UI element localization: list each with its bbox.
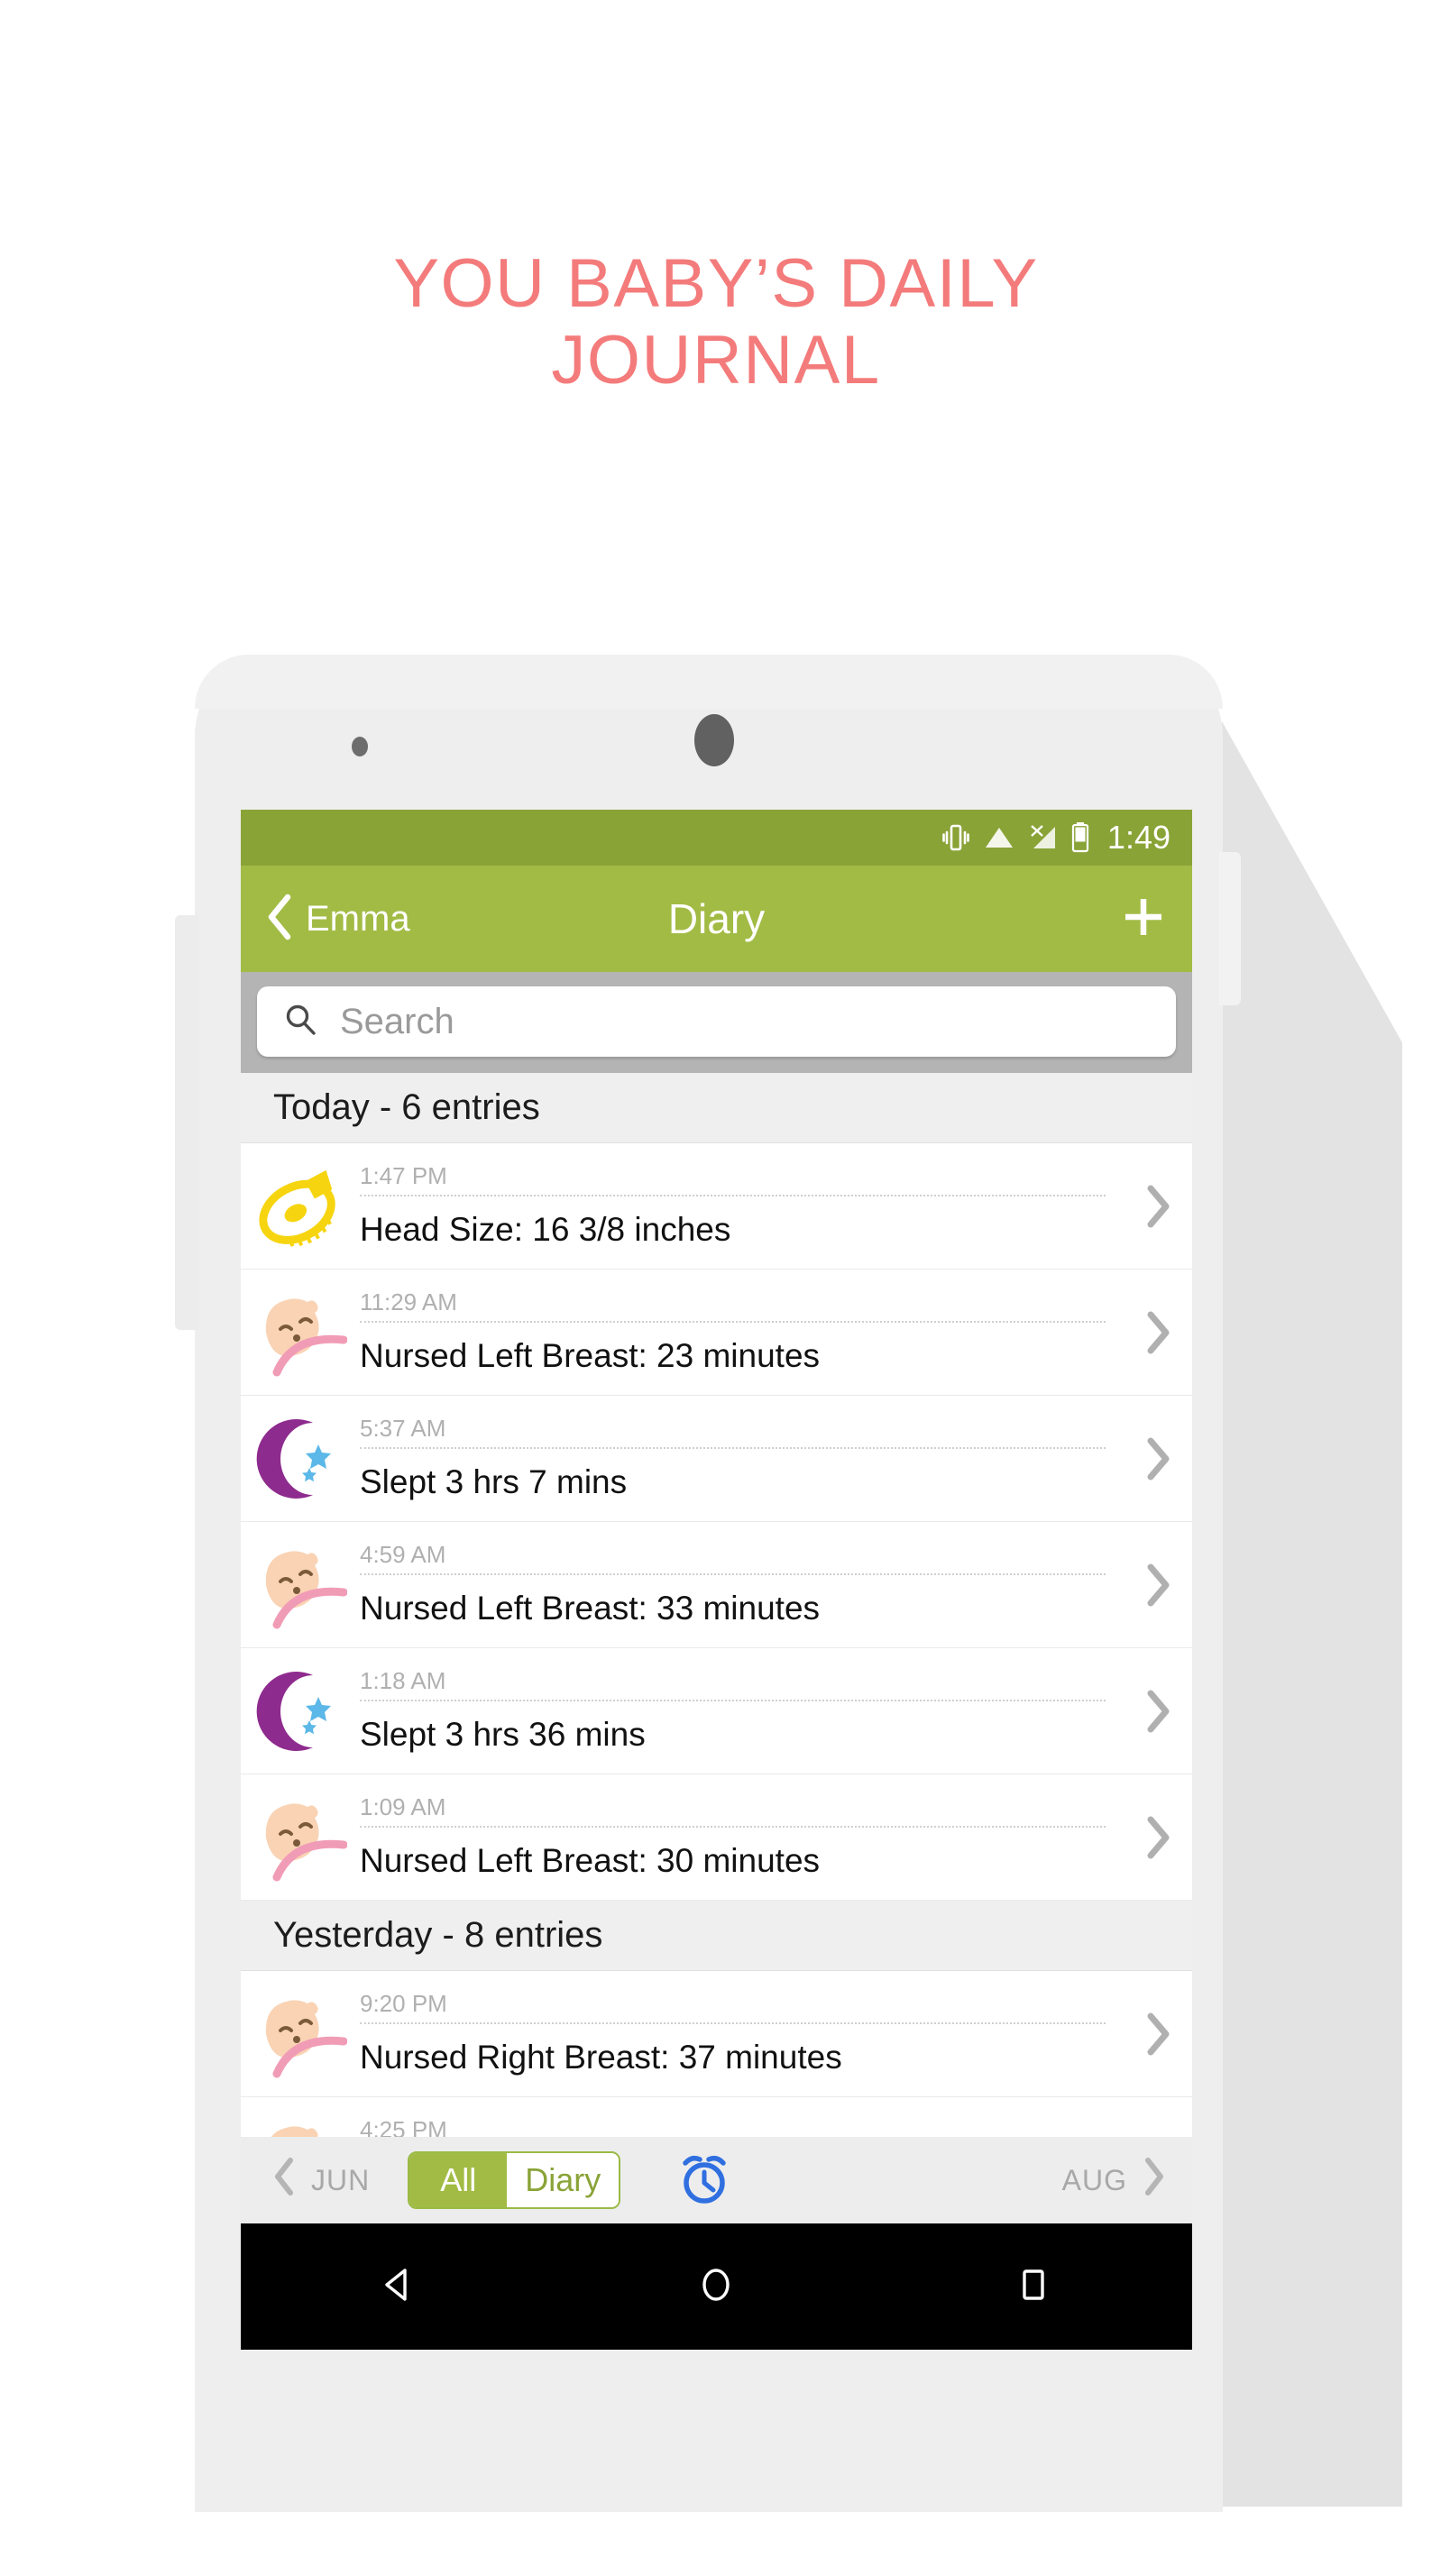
table-row[interactable]: 1:47 PM Head Size: 16 3/8 inches	[241, 1143, 1192, 1270]
table-row[interactable]: 5:37 AM Slept 3 hrs 7 mins	[241, 1396, 1192, 1522]
view-mode-toggle[interactable]: All Diary	[408, 2151, 621, 2209]
entry-time: 11:29 AM	[360, 1288, 457, 1316]
entry-content: 11:29 AM Nursed Left Breast: 23 minutes	[360, 1270, 1124, 1395]
android-navigation-bar	[241, 2223, 1192, 2350]
chevron-right-icon[interactable]	[1124, 1522, 1192, 1647]
entry-content: 5:37 AM Slept 3 hrs 7 mins	[360, 1396, 1124, 1521]
entry-divider	[360, 2021, 1106, 2024]
battery-icon	[1071, 822, 1089, 853]
search-icon	[282, 1002, 318, 1042]
power-button[interactable]	[1219, 852, 1241, 1005]
prev-month-button[interactable]: JUN	[241, 2158, 370, 2203]
entry-time: 5:37 AM	[360, 1414, 446, 1442]
search-bar-container: Search	[241, 972, 1192, 1073]
bottom-toolbar: JUN All Diary AUG	[241, 2137, 1192, 2223]
table-row[interactable]: 11:29 AM Nursed Left Breast: 23 minutes	[241, 1270, 1192, 1396]
table-row[interactable]: 9:20 PM Nursed Right Breast: 37 minutes	[241, 1971, 1192, 2097]
section-header-today: Today - 6 entries	[241, 1073, 1192, 1143]
front-camera-icon	[352, 737, 368, 756]
plus-icon	[1120, 894, 1167, 945]
back-button-label: Emma	[306, 898, 410, 939]
status-bar-clock: 1:49	[1106, 819, 1170, 856]
chevron-right-icon[interactable]	[1124, 1143, 1192, 1269]
entry-content: 4:59 AM Nursed Left Breast: 33 minutes	[360, 1522, 1124, 1647]
next-month-button[interactable]: AUG	[1062, 2158, 1192, 2203]
status-bar: 1:49	[241, 810, 1192, 866]
page-title-line-2: JOURNAL	[551, 322, 881, 399]
baby-face-icon	[241, 1522, 360, 1647]
search-placeholder: Search	[340, 1001, 454, 1041]
chevron-left-icon	[273, 2158, 295, 2203]
entry-text: Slept 3 hrs 36 mins	[360, 1715, 646, 1753]
wifi-icon	[983, 824, 1015, 851]
add-entry-button[interactable]	[1120, 894, 1167, 945]
moon-stars-icon	[241, 1648, 360, 1774]
search-input[interactable]: Search	[257, 986, 1176, 1057]
entry-content: 1:18 AM Slept 3 hrs 36 mins	[360, 1648, 1124, 1774]
vibrate-icon	[941, 822, 970, 853]
page-title: YOU BABY’S DAILY JOURNAL	[0, 245, 1432, 399]
entry-time: 9:20 PM	[360, 1989, 447, 2017]
chevron-right-icon[interactable]	[1124, 1270, 1192, 1395]
nav-recents-square-icon[interactable]	[1011, 2262, 1056, 2312]
nav-back-triangle-icon[interactable]	[377, 2262, 422, 2312]
entry-text: Nursed Left Breast: 33 minutes	[360, 1589, 821, 1627]
next-month-label: AUG	[1061, 2163, 1127, 2196]
entry-time: 1:47 PM	[360, 1161, 447, 1189]
alarm-clock-icon	[675, 2149, 734, 2213]
entry-text: Head Size: 16 3/8 inches	[360, 1210, 731, 1248]
diary-list[interactable]: Today - 6 entries 1:47 PM Head Size: 16 …	[241, 1073, 1192, 2223]
earpiece-sensor-icon	[694, 714, 734, 766]
back-button[interactable]: Emma	[266, 894, 410, 945]
entry-text: Nursed Right Breast: 37 minutes	[360, 2038, 842, 2076]
entry-content: 1:09 AM Nursed Left Breast: 30 minutes	[360, 1774, 1124, 1900]
entry-text: Slept 3 hrs 7 mins	[360, 1462, 628, 1500]
nav-home-circle-icon[interactable]	[693, 2262, 739, 2312]
tab-diary[interactable]: Diary	[507, 2153, 620, 2207]
entry-divider	[360, 1825, 1106, 1828]
entry-text: Nursed Left Breast: 30 minutes	[360, 1841, 821, 1879]
chevron-right-icon	[1143, 2158, 1165, 2203]
table-row[interactable]: 4:59 AM Nursed Left Breast: 33 minutes	[241, 1522, 1192, 1648]
entry-text: Nursed Left Breast: 23 minutes	[360, 1336, 821, 1374]
tab-all[interactable]: All	[409, 2153, 508, 2207]
alarm-button[interactable]	[675, 2149, 734, 2213]
page-root: YOU BABY’S DAILY JOURNAL 1:49 Emma Diary…	[0, 0, 1432, 2576]
section-header-yesterday: Yesterday - 8 entries	[241, 1901, 1192, 1971]
prev-month-label: JUN	[311, 2163, 371, 2196]
entry-time: 1:18 AM	[360, 1666, 446, 1694]
app-bar: Emma Diary	[241, 866, 1192, 972]
chevron-right-icon[interactable]	[1124, 1648, 1192, 1774]
entry-time: 4:59 AM	[360, 1540, 446, 1568]
chevron-left-icon	[266, 894, 293, 945]
entry-content: 1:47 PM Head Size: 16 3/8 inches	[360, 1143, 1124, 1269]
entry-divider	[360, 1699, 1106, 1701]
moon-stars-icon	[241, 1396, 360, 1521]
entry-time: 1:09 AM	[360, 1792, 446, 1820]
chevron-right-icon[interactable]	[1124, 1396, 1192, 1521]
entry-divider	[360, 1320, 1106, 1323]
baby-face-icon	[241, 1774, 360, 1900]
table-row[interactable]: 1:18 AM Slept 3 hrs 36 mins	[241, 1648, 1192, 1774]
entry-content: 9:20 PM Nursed Right Breast: 37 minutes	[360, 1971, 1124, 2096]
baby-face-icon	[241, 1971, 360, 2096]
entry-divider	[360, 1446, 1106, 1449]
volume-button[interactable]	[175, 915, 198, 1330]
phone-screen: 1:49 Emma Diary Search Today - 6 entries…	[241, 810, 1192, 2350]
entry-divider	[360, 1572, 1106, 1575]
measuring-tape-icon	[241, 1143, 360, 1269]
baby-face-icon	[241, 1270, 360, 1395]
phone-drop-shadow	[1222, 721, 1402, 2507]
entry-divider	[360, 1194, 1106, 1196]
no-sim-signal-icon	[1028, 823, 1059, 852]
chevron-right-icon[interactable]	[1124, 1971, 1192, 2096]
page-title-line-1: YOU BABY’S DAILY	[393, 245, 1039, 322]
table-row[interactable]: 1:09 AM Nursed Left Breast: 30 minutes	[241, 1774, 1192, 1901]
chevron-right-icon[interactable]	[1124, 1774, 1192, 1900]
